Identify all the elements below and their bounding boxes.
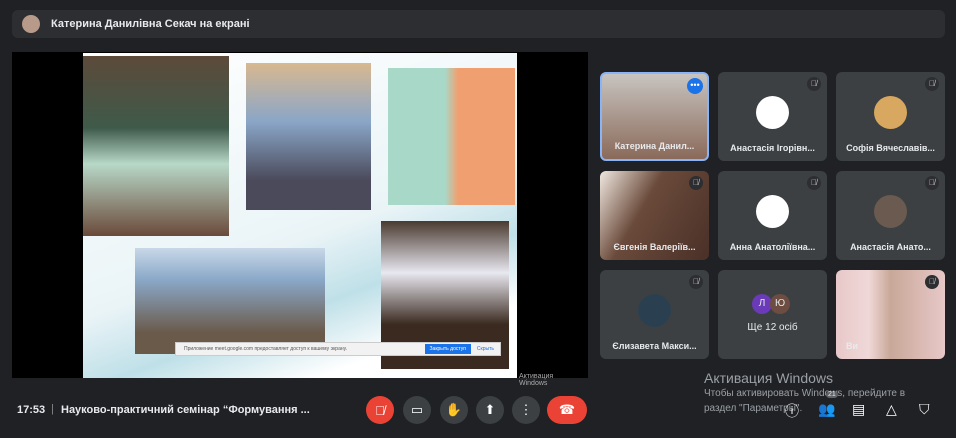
hand-icon: ✋ xyxy=(445,402,463,417)
screen-share-stage[interactable]: Приложение meet.google.com предоставляет… xyxy=(12,52,588,387)
presenter-label: Катерина Данилівна Секач на екрані xyxy=(51,18,250,30)
participant-name: Анастасія Ігорівн... xyxy=(730,143,815,153)
participant-tile[interactable]: 🎙̸ Єлизавета Макси... xyxy=(600,270,709,359)
activities-icon[interactable]: △ xyxy=(886,401,897,418)
participant-tile[interactable]: 🎙̸ Ви xyxy=(836,270,945,359)
separator: | xyxy=(51,403,54,415)
initial-avatar: Л xyxy=(752,294,772,314)
participant-avatar xyxy=(874,96,907,129)
photo-2 xyxy=(246,63,371,210)
info-icon[interactable]: ⓘ xyxy=(785,401,799,421)
more-vert-icon: ⋮ xyxy=(519,402,533,417)
mic-muted-icon: 🎙̸ xyxy=(689,176,703,190)
participant-name: Ви xyxy=(846,341,859,351)
leave-call-button[interactable]: ☎ xyxy=(547,396,587,424)
presentation-slide: Приложение meet.google.com предоставляет… xyxy=(83,53,553,387)
host-controls-icon[interactable]: ⛉ xyxy=(919,401,930,418)
raise-hand-button[interactable]: ✋ xyxy=(440,396,468,424)
presenter-bar: Катерина Данилівна Секач на екрані xyxy=(12,10,945,38)
participant-count-badge: 21 xyxy=(826,391,838,398)
camera-button[interactable]: ▭ xyxy=(403,396,431,424)
participant-avatar xyxy=(638,294,671,327)
meeting-title: Науково-практичний семінар “Формування .… xyxy=(61,404,310,416)
participant-name: Євгенія Валеріїв... xyxy=(613,242,696,252)
participant-tile[interactable]: Л Ю Ще 12 осіб xyxy=(718,270,827,359)
mic-off-icon: 🎙̸ xyxy=(375,402,385,418)
participant-tile[interactable]: 🎙̸ Євгенія Валеріїв... xyxy=(600,171,709,260)
participant-tile[interactable]: 🎙̸ Софія Вячеславів... xyxy=(836,72,945,161)
photo-1 xyxy=(83,56,229,236)
hide-link[interactable]: Скрыть xyxy=(477,346,494,352)
more-options-button[interactable]: ⋮ xyxy=(512,396,540,424)
mic-off-button[interactable]: 🎙̸ xyxy=(366,396,394,424)
screen-share-banner: Приложение meet.google.com предоставляет… xyxy=(175,342,501,356)
participant-tile[interactable]: 🎙̸ Анастасія Анато... xyxy=(836,171,945,260)
more-options-icon[interactable]: ••• xyxy=(687,78,703,94)
people-icon[interactable]: 👥 xyxy=(818,401,835,418)
mic-muted-icon: 🎙̸ xyxy=(925,275,939,289)
present-icon: ⬆ xyxy=(484,402,496,417)
mic-muted-icon: 🎙̸ xyxy=(925,176,939,190)
windows-activation-watermark: Активация Windows Чтобы активировать Win… xyxy=(704,370,905,414)
watermark-title: Активация Windows xyxy=(704,370,834,386)
participant-tile[interactable]: 🎙̸ Анна Анатоліївна... xyxy=(718,171,827,260)
participant-avatar xyxy=(756,96,789,129)
mic-muted-icon: 🎙̸ xyxy=(925,77,939,91)
share-banner-text: Приложение meet.google.com предоставляет… xyxy=(184,346,348,352)
stop-sharing-button[interactable]: Закрыть доступ xyxy=(424,344,471,354)
mic-muted-icon: 🎙̸ xyxy=(807,176,821,190)
watermark-line2: раздел "Параметры". xyxy=(704,403,803,414)
participant-name: Софія Вячеславів... xyxy=(846,143,935,153)
participant-tile[interactable]: ••• Катерина Данил... xyxy=(600,72,709,161)
photo-3 xyxy=(388,68,515,205)
camera-icon: ▭ xyxy=(410,402,424,417)
participant-avatar xyxy=(756,195,789,228)
mic-muted-icon: 🎙̸ xyxy=(689,275,703,289)
participant-avatar xyxy=(874,195,907,228)
photo-4 xyxy=(135,248,325,354)
present-button[interactable]: ⬆ xyxy=(476,396,504,424)
participant-name: Катерина Данил... xyxy=(614,141,695,151)
participant-name: Ще 12 осіб xyxy=(747,322,798,333)
presenter-avatar xyxy=(22,15,40,33)
clock: 17:53 xyxy=(17,404,46,416)
participant-name: Анастасія Анато... xyxy=(850,242,931,252)
initial-avatar: Ю xyxy=(770,294,790,314)
participant-name: Єлизавета Макси... xyxy=(612,341,697,351)
hang-up-icon: ☎ xyxy=(558,402,576,417)
watermark-line1: Чтобы активировать Windows, перейдите в xyxy=(704,388,906,399)
participant-tile[interactable]: 🎙̸ Анастасія Ігорівн... xyxy=(718,72,827,161)
chat-icon[interactable]: ▤ xyxy=(852,401,865,418)
participant-name: Анна Анатоліївна... xyxy=(729,242,816,252)
mic-muted-icon: 🎙̸ xyxy=(807,77,821,91)
slide-watermark: Активация Windows xyxy=(519,373,554,387)
